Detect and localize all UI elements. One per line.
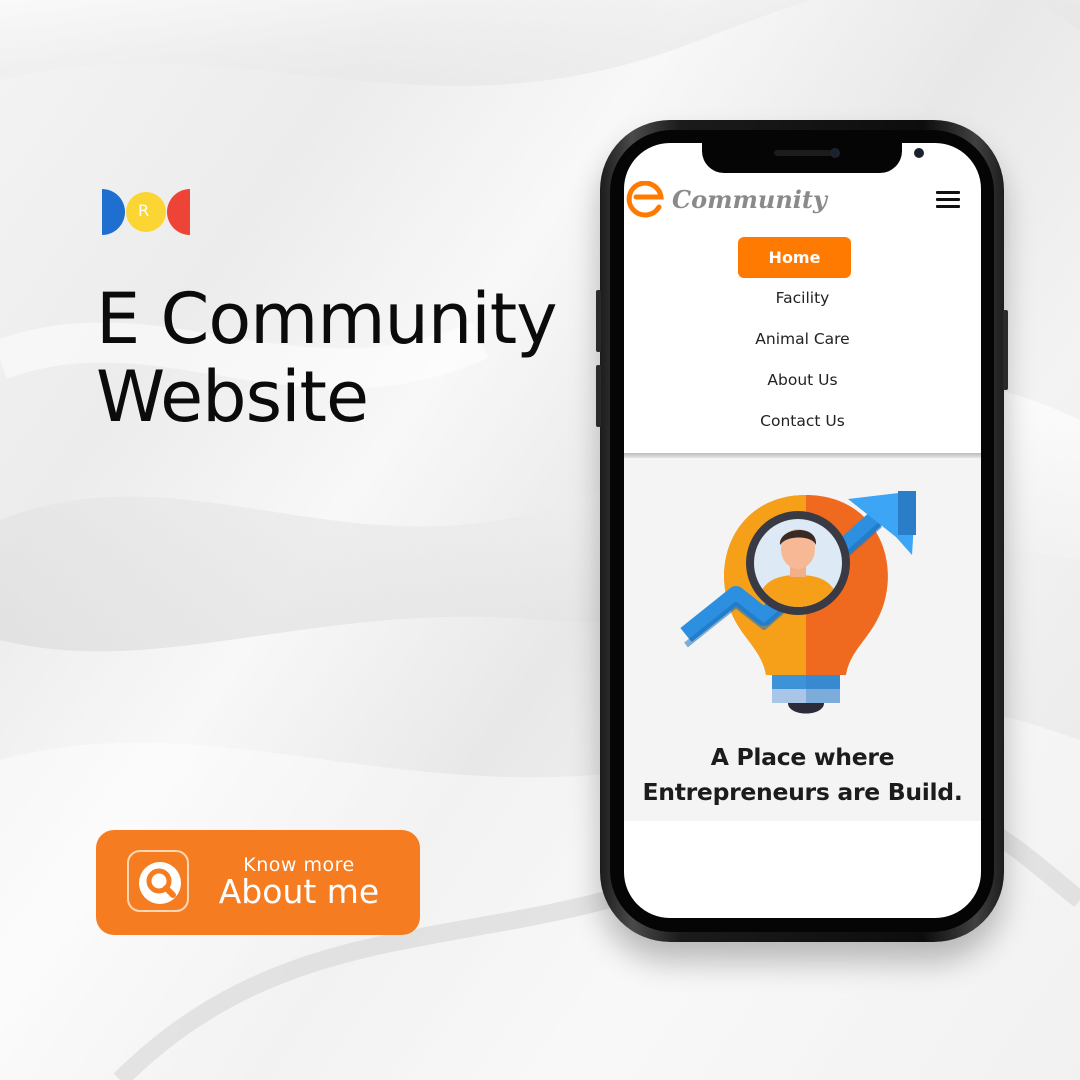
nav-item-about-us[interactable]: About Us xyxy=(624,371,981,389)
page-title-line2: Website xyxy=(96,356,369,438)
site-name[interactable]: Community xyxy=(672,185,827,214)
brand-logo-letter: R xyxy=(138,201,150,220)
speaker-grille xyxy=(774,150,832,156)
page-title-line1: E Community xyxy=(96,278,558,360)
lightbulb-person-growth-icon xyxy=(680,491,916,714)
hero-tagline-line1: A Place where xyxy=(710,743,895,771)
hamburger-menu-icon[interactable] xyxy=(936,191,960,211)
phone-power-button xyxy=(1003,310,1008,390)
phone-screen: Community Home Facility Animal Care Abou… xyxy=(624,143,981,918)
camera-icon xyxy=(830,148,840,158)
nav-item-facility[interactable]: Facility xyxy=(624,289,981,307)
hero-tagline: A Place where Entrepreneurs are Build. xyxy=(624,740,981,810)
hero-section: A Place where Entrepreneurs are Build. xyxy=(624,458,981,821)
hero-tagline-line2: Entrepreneurs are Build. xyxy=(642,778,963,806)
search-icon xyxy=(127,850,189,912)
cta-big-label: About me xyxy=(218,872,380,911)
phone-notch xyxy=(702,143,924,173)
nav-item-home[interactable]: Home xyxy=(738,237,851,278)
community-logo-icon[interactable] xyxy=(626,181,666,221)
nav-item-animal-care[interactable]: Animal Care xyxy=(624,330,981,348)
page-title: E Community Website xyxy=(96,280,596,436)
brand-logo: R xyxy=(100,187,192,237)
phone-volume-button xyxy=(596,290,601,352)
nav-item-contact-us[interactable]: Contact Us xyxy=(624,412,981,430)
sensor-icon xyxy=(914,148,924,158)
phone-volume-button xyxy=(596,365,601,427)
know-more-about-me-button[interactable]: Know more About me xyxy=(96,830,420,935)
